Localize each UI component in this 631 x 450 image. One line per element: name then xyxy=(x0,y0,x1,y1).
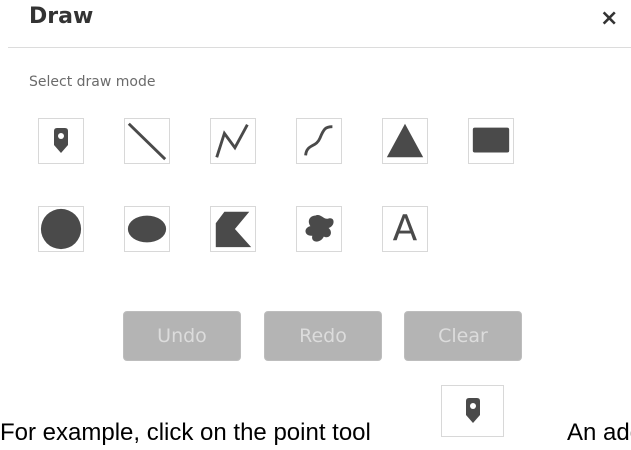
curve-icon xyxy=(304,125,333,156)
line-tool[interactable] xyxy=(124,118,170,164)
freehand-polygon-tool[interactable] xyxy=(296,206,342,252)
triangle-icon xyxy=(386,123,424,158)
freehand-polygon-icon xyxy=(305,214,334,242)
polygon-icon xyxy=(215,211,252,248)
polygon-tool[interactable] xyxy=(210,206,256,252)
circle-tool[interactable] xyxy=(38,206,84,252)
ellipse-tool[interactable] xyxy=(124,206,170,252)
footer-instructions: For example, click on the point tool An … xyxy=(0,411,631,450)
clear-button[interactable]: Clear xyxy=(404,311,522,361)
footer-text-after: An addi xyxy=(567,419,631,446)
polyline-tool[interactable] xyxy=(210,118,256,164)
close-button[interactable]: × xyxy=(600,6,618,31)
polyline-icon xyxy=(215,124,249,158)
footer-point-tool-icon xyxy=(441,385,504,437)
circle-icon xyxy=(40,208,82,250)
redo-button[interactable]: Redo xyxy=(264,311,382,361)
footer-text-before: For example, click on the point tool xyxy=(0,419,371,446)
header-divider xyxy=(8,47,631,48)
text-tool[interactable]: A xyxy=(382,206,428,252)
line-icon xyxy=(127,122,167,161)
draw-panel: Draw × Select draw mode A Undo Redo Clea… xyxy=(0,0,631,450)
text-icon: A xyxy=(392,208,418,249)
map-pin-icon xyxy=(465,398,480,423)
panel-title: Draw xyxy=(29,4,94,29)
freehand-line-tool[interactable] xyxy=(296,118,342,164)
triangle-tool[interactable] xyxy=(382,118,428,164)
map-pin-icon xyxy=(54,128,68,153)
draw-mode-label: Select draw mode xyxy=(29,74,156,90)
rectangle-tool[interactable] xyxy=(468,118,514,164)
undo-button[interactable]: Undo xyxy=(123,311,241,361)
point-tool[interactable] xyxy=(38,118,84,164)
ellipse-icon xyxy=(127,215,167,243)
rectangle-icon xyxy=(472,127,510,153)
